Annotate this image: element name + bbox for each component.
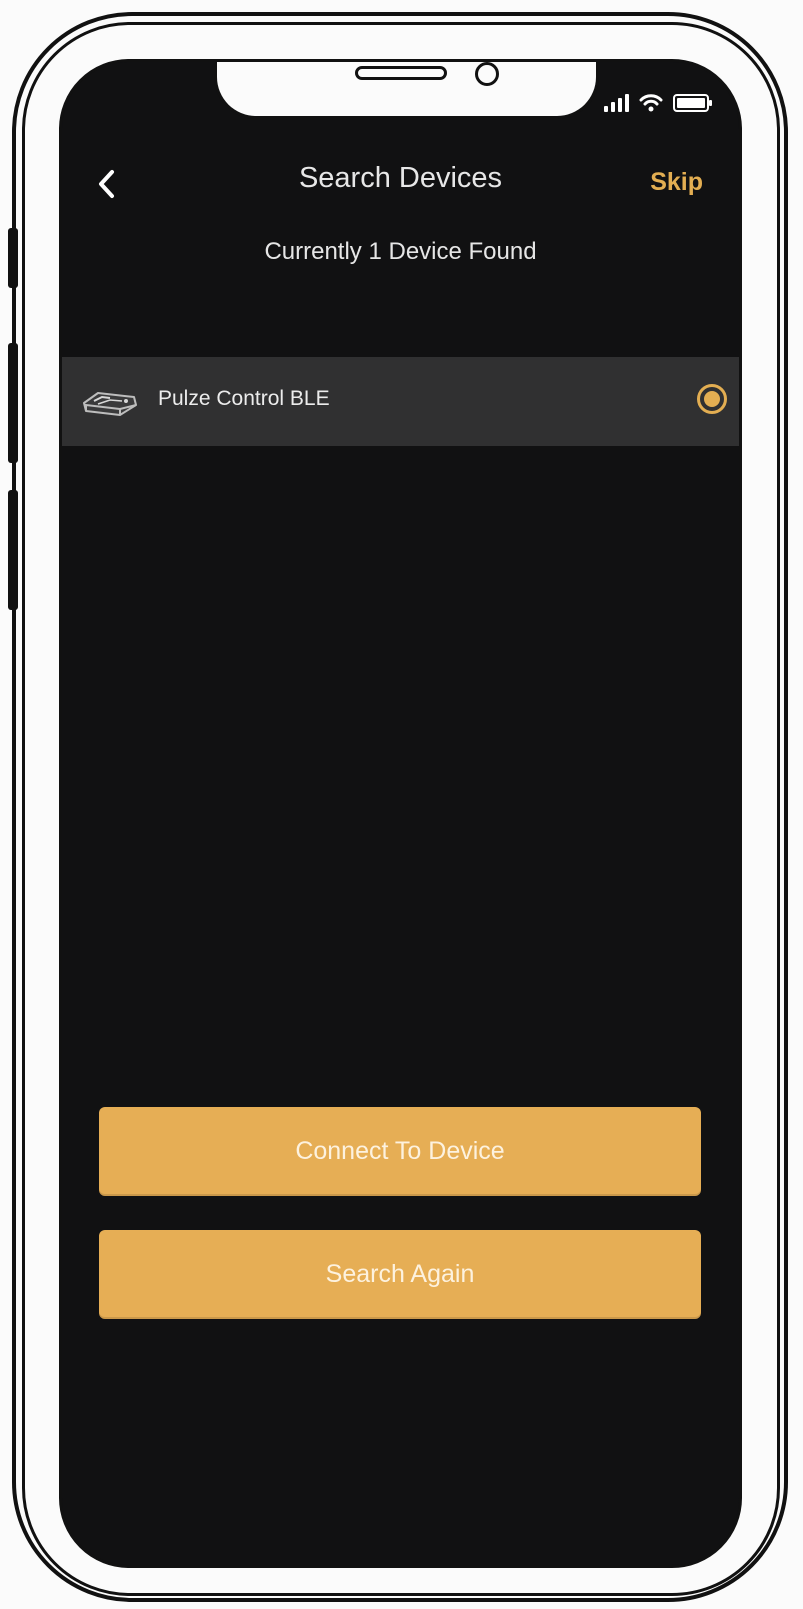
search-again-button[interactable]: Search Again — [99, 1230, 701, 1319]
status-bar — [604, 94, 713, 112]
battery-icon — [673, 94, 712, 112]
device-list-item[interactable]: Pulze Control BLE — [62, 357, 739, 446]
speaker-grille — [355, 66, 447, 80]
radio-selected-dot — [704, 391, 720, 407]
side-button-mute — [8, 228, 18, 288]
notch — [214, 62, 599, 119]
connect-to-device-button[interactable]: Connect To Device — [99, 1107, 701, 1196]
page-title: Search Devices — [298, 162, 503, 194]
device-name: Pulze Control BLE — [158, 387, 330, 410]
skip-button[interactable]: Skip — [650, 168, 703, 197]
controller-device-icon — [83, 392, 137, 416]
side-button-volume-down — [8, 490, 18, 610]
side-button-volume-up — [8, 343, 18, 463]
signal-icon — [604, 94, 629, 112]
front-camera — [475, 62, 499, 86]
devices-found-status: Currently 1 Device Found — [264, 238, 537, 265]
device-radio-button[interactable] — [697, 384, 727, 414]
app-screen: Search Devices Skip Currently 1 Device F… — [59, 59, 742, 1568]
wifi-icon — [639, 94, 663, 112]
